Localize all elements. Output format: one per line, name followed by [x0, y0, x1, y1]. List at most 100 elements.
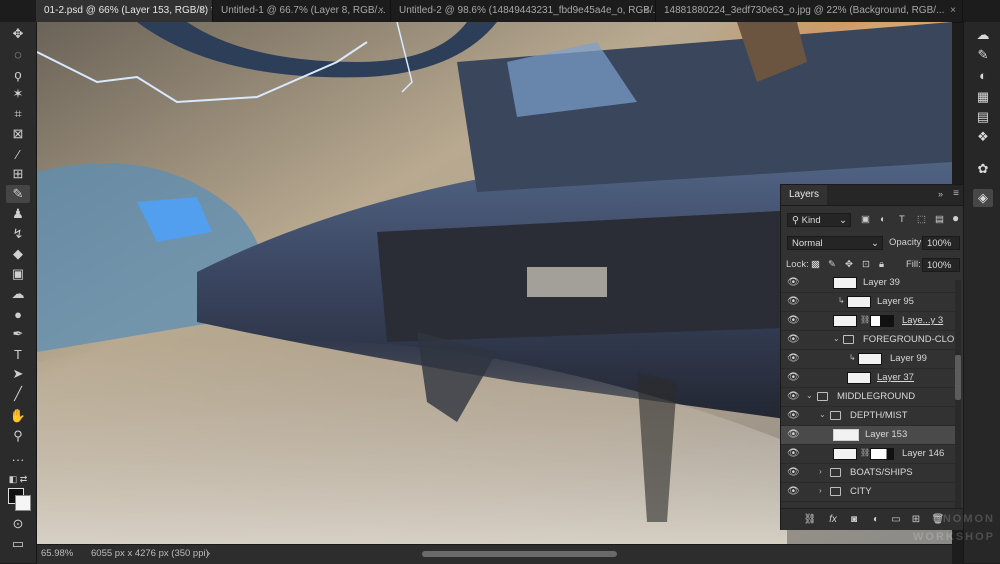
visibility-eye-icon[interactable]: 👁︎ [787, 467, 800, 479]
chevron-down-icon[interactable]: ⌄ [806, 391, 813, 400]
swatches-icon[interactable]: ▦ [973, 88, 993, 106]
layer-row[interactable]: 👁︎ ⛓︎ Layer 146 [781, 445, 956, 464]
layer-row[interactable]: 👁︎ ⛓︎ Laye...y 3 [781, 312, 956, 331]
smart-object-filter-icon[interactable]: ▤ [935, 213, 944, 227]
visibility-eye-icon[interactable]: 👁︎ [787, 429, 800, 441]
crop-tool-icon[interactable]: ⌗ [6, 105, 30, 123]
layer-mask-thumbnail[interactable] [870, 448, 894, 460]
move-tool-icon[interactable]: ✥ [6, 25, 30, 43]
visibility-eye-icon[interactable]: 👁︎ [787, 391, 800, 403]
layer-mask-thumbnail[interactable] [870, 315, 894, 327]
collapse-panel-icon[interactable]: » [938, 189, 943, 199]
visibility-eye-icon[interactable]: 👁︎ [787, 353, 800, 365]
visibility-eye-icon[interactable]: 👁︎ [787, 486, 800, 498]
lock-artboard-icon[interactable]: ⊡ [862, 258, 870, 272]
dodge-tool-icon[interactable]: ● [6, 305, 30, 323]
lock-transparency-icon[interactable]: ▩ [811, 258, 820, 272]
document-tab[interactable]: 14881880224_3edf730e63_o.jpg @ 22% (Back… [656, 0, 963, 22]
magic-wand-icon[interactable]: ✶ [6, 85, 30, 103]
layer-group-row[interactable]: 👁︎ › CITY [781, 483, 956, 502]
channels-icon[interactable]: ❖ [973, 128, 993, 146]
layer-group-row[interactable]: 👁︎ › BOATS/SHIPS [781, 464, 956, 483]
tab-layers[interactable]: Layers [781, 185, 828, 205]
chevron-right-icon[interactable]: › [819, 486, 822, 495]
lock-all-icon[interactable]: 🔒︎ [879, 258, 884, 272]
screen-mode-icon[interactable]: ▭ [6, 535, 30, 553]
type-filter-icon[interactable]: T [899, 213, 905, 227]
adjustments-icon[interactable]: ✿ [973, 160, 993, 178]
path-selection-icon[interactable]: ➤ [6, 365, 30, 383]
layer-row[interactable]: 👁︎ Layer 39 [781, 274, 956, 293]
layer-row[interactable]: 👁︎ ↳ Layer 95 [781, 293, 956, 312]
visibility-eye-icon[interactable]: 👁︎ [787, 334, 800, 346]
panel-menu-icon[interactable]: ≡ [953, 188, 959, 199]
eyedropper-icon[interactable]: ⁄ [6, 145, 30, 163]
status-menu-arrow[interactable]: › [207, 548, 210, 559]
frame-tool-icon[interactable]: ⊠ [6, 125, 30, 143]
learn-icon[interactable]: ☁ [973, 26, 993, 44]
horizontal-scrollbar[interactable] [422, 551, 617, 557]
chevron-down-icon[interactable]: ⌄ [833, 334, 840, 343]
hand-tool-icon[interactable]: ✋ [6, 407, 30, 425]
image-filter-icon[interactable]: ▣ [861, 213, 870, 227]
chevron-down-icon[interactable]: ⌄ [819, 410, 826, 419]
history-brush-icon[interactable]: ↯ [6, 225, 30, 243]
visibility-eye-icon[interactable]: 👁︎ [787, 296, 800, 308]
visibility-eye-icon[interactable]: 👁︎ [787, 410, 800, 422]
layer-group-row[interactable]: 👁︎ ⌄ DEPTH/MIST [781, 407, 956, 426]
shape-filter-icon[interactable]: ⬚ [917, 213, 926, 227]
layer-row-selected[interactable]: 👁︎ Layer 153 [781, 426, 956, 445]
brush-settings-icon[interactable]: ✎ [973, 46, 993, 64]
visibility-eye-icon[interactable]: 👁︎ [787, 448, 800, 460]
layers-scrollbar[interactable] [955, 280, 961, 508]
background-color-swatch[interactable] [15, 495, 31, 511]
chevron-right-icon[interactable]: › [819, 467, 822, 476]
close-icon[interactable]: × [200, 0, 206, 22]
lock-position-icon[interactable]: ✥ [845, 258, 853, 272]
link-icon[interactable]: ⛓︎ [803, 513, 817, 526]
close-icon[interactable]: × [950, 0, 956, 22]
lock-image-icon[interactable]: ✎ [828, 258, 836, 272]
chain-link-icon[interactable]: ⛓︎ [860, 448, 870, 457]
document-tab[interactable]: Untitled-2 @ 98.6% (14849443231_fbd9e45a… [391, 0, 656, 22]
default-colors-icon[interactable]: ◧ ⇄ [6, 470, 30, 488]
close-icon[interactable]: × [643, 0, 649, 22]
layer-group-row[interactable]: 👁︎ ⌄ FOREGROUND-CLOUD [781, 331, 956, 350]
layers-panel-icon[interactable]: ◈ [973, 189, 993, 207]
zoom-level[interactable]: 65.98% [41, 548, 73, 559]
quick-mask-icon[interactable]: ⊙ [6, 515, 30, 533]
fx-icon[interactable]: fx [826, 513, 840, 526]
visibility-eye-icon[interactable]: 👁︎ [787, 372, 800, 384]
layer-row[interactable]: 👁︎ Layer 37 [781, 369, 956, 388]
clone-stamp-icon[interactable]: ♟ [6, 205, 30, 223]
history-icon[interactable]: ▤ [973, 108, 993, 126]
document-tab-active[interactable]: 01-2.psd @ 66% (Layer 153, RGB/8) * × [36, 0, 213, 22]
color-icon[interactable]: ◐ [973, 66, 993, 84]
visibility-eye-icon[interactable]: 👁︎ [787, 315, 800, 327]
gradient-tool-icon[interactable]: ▣ [6, 265, 30, 283]
close-icon[interactable]: × [378, 0, 384, 22]
visibility-eye-icon[interactable]: 👁︎ [787, 277, 800, 289]
line-tool-icon[interactable]: ╱ [6, 385, 30, 403]
brush-tool-icon[interactable]: ✎ [6, 185, 30, 203]
healing-brush-icon[interactable]: ⊞ [6, 165, 30, 183]
blend-mode-select[interactable]: Normal ⌄ [787, 236, 883, 250]
filter-toggle-icon[interactable]: ● [952, 211, 959, 225]
pen-tool-icon[interactable]: ✒ [6, 325, 30, 343]
type-tool-icon[interactable]: T [6, 345, 30, 363]
more-tools-icon[interactable]: ··· [6, 450, 30, 468]
lasso-tool-icon[interactable]: ϙ [6, 65, 30, 83]
opacity-field[interactable]: 100% [922, 236, 960, 250]
zoom-tool-icon[interactable]: ⚲ [6, 427, 30, 445]
layers-scrollbar-thumb[interactable] [955, 355, 961, 400]
eraser-icon[interactable]: ◆ [6, 245, 30, 263]
fill-field[interactable]: 100% [922, 258, 960, 272]
smudge-tool-icon[interactable]: ☁ [6, 285, 30, 303]
document-tab[interactable]: Untitled-1 @ 66.7% (Layer 8, RGB/... × [213, 0, 391, 22]
marquee-tool-icon[interactable]: ◌ [6, 45, 30, 63]
layer-group-row[interactable]: 👁︎ ⌄ MIDDLEGROUND [781, 388, 956, 407]
filter-kind-select[interactable]: ⚲ Kind ⌄ [787, 213, 851, 227]
chain-link-icon[interactable]: ⛓︎ [860, 315, 870, 324]
layer-row[interactable]: 👁︎ ↳ Layer 99 [781, 350, 956, 369]
adjustment-filter-icon[interactable]: ◐ [880, 213, 886, 227]
